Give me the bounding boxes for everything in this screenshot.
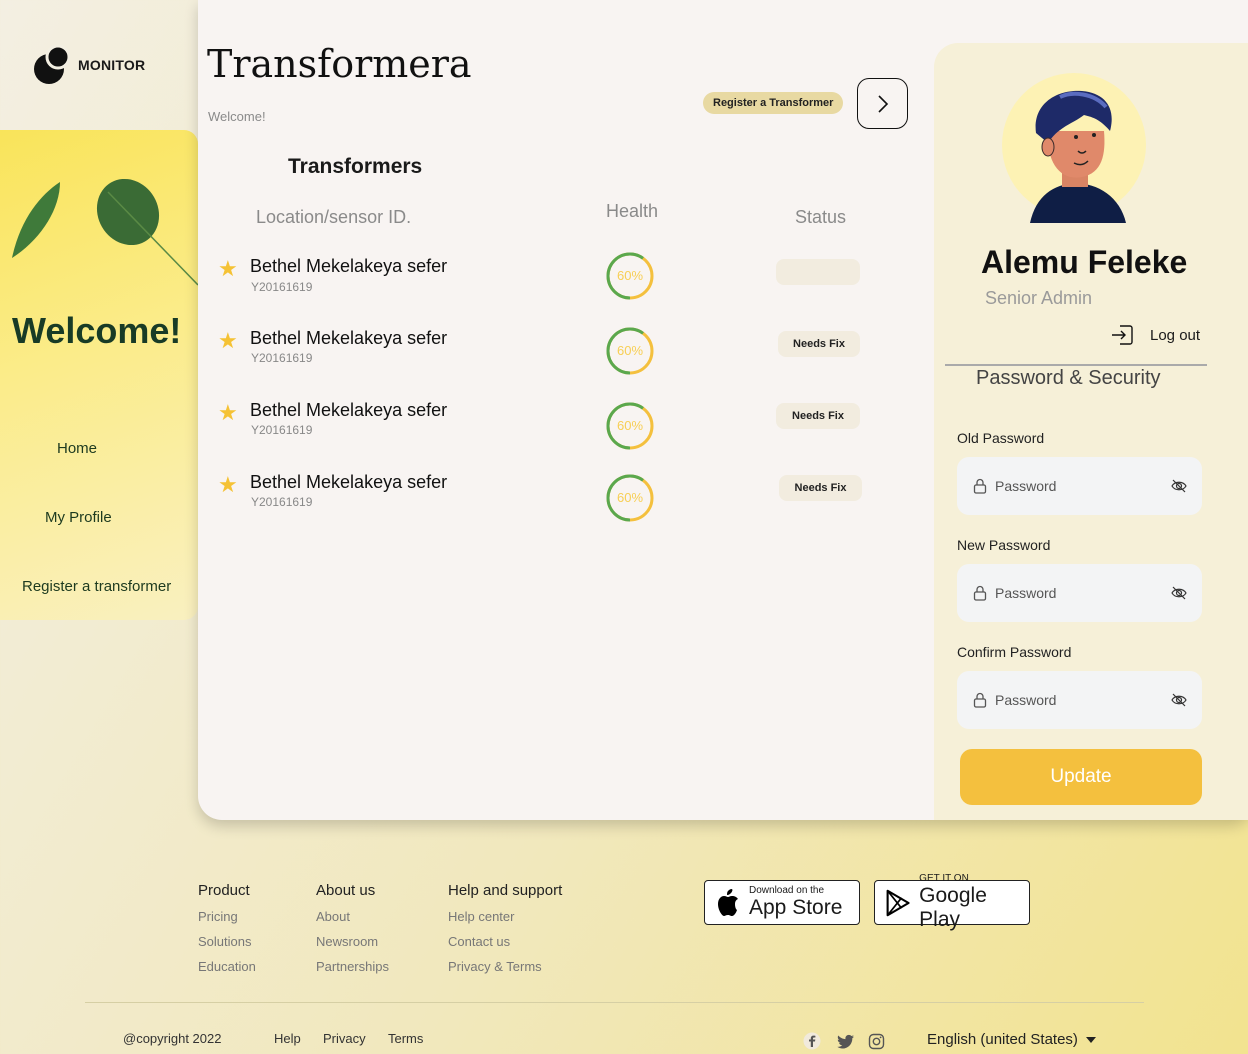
health-gauge: 60%: [605, 473, 655, 523]
google-play-big: Google Play: [919, 884, 987, 931]
confirm-password-label: Confirm Password: [957, 644, 1072, 660]
status-badge: Needs Fix: [778, 331, 860, 357]
transformer-sensor-id: Y20161619: [251, 351, 313, 365]
lock-icon: [973, 692, 987, 708]
leaf-decoration-icon: [12, 178, 198, 286]
footer-link-education[interactable]: Education: [198, 959, 256, 974]
column-header-status: Status: [795, 207, 847, 227]
confirm-password-placeholder: Password: [995, 692, 1057, 708]
lock-icon: [973, 478, 987, 494]
eye-off-icon[interactable]: [1170, 477, 1188, 495]
status-badge: Needs Fix: [776, 403, 860, 429]
favorite-star-icon[interactable]: ★: [218, 256, 238, 282]
footer-link-contact-us[interactable]: Contact us: [448, 934, 510, 949]
instagram-icon[interactable]: [868, 1033, 885, 1050]
health-value: 60%: [616, 343, 644, 358]
status-badge: Needs Fix: [779, 475, 862, 501]
bottom-link-privacy[interactable]: Privacy: [323, 1031, 366, 1046]
eye-off-icon[interactable]: [1170, 691, 1188, 709]
health-value: 60%: [616, 268, 644, 283]
logout-button[interactable]: Log out: [1110, 322, 1200, 348]
lock-icon: [973, 585, 987, 601]
column-header-health: Health: [606, 201, 659, 221]
favorite-star-icon[interactable]: ★: [218, 400, 238, 426]
app-store-big: App Store: [749, 895, 843, 919]
chevron-right-icon: [877, 94, 888, 113]
old-password-label: Old Password: [957, 430, 1045, 446]
transformer-location[interactable]: Bethel Mekelakeya sefer: [250, 256, 447, 277]
copyright: @copyright 2022: [123, 1031, 222, 1046]
favorite-star-icon[interactable]: ★: [218, 328, 238, 354]
transformer-location[interactable]: Bethel Mekelakeya sefer: [250, 400, 447, 421]
transformer-location[interactable]: Bethel Mekelakeya sefer: [250, 328, 447, 349]
footer-link-solutions[interactable]: Solutions: [198, 934, 251, 949]
footer-link-help-center[interactable]: Help center: [448, 909, 514, 924]
brand-name: MONITOR: [78, 57, 146, 73]
footer-link-about[interactable]: About: [316, 909, 350, 924]
welcome-subtitle: Welcome!: [208, 109, 266, 124]
divider: [945, 364, 1207, 366]
sidebar-item-home[interactable]: Home: [57, 440, 97, 457]
footer-link-newsroom[interactable]: Newsroom: [316, 934, 378, 949]
monitor-logo-icon: [34, 44, 70, 84]
apple-icon: [718, 888, 738, 916]
password-security-title: Password & Security: [976, 367, 1161, 389]
twitter-icon[interactable]: [837, 1034, 855, 1050]
old-password-placeholder: Password: [995, 478, 1057, 494]
footer-divider: [85, 1002, 1144, 1003]
chevron-down-icon: [1085, 1036, 1096, 1043]
health-value: 60%: [616, 490, 644, 505]
language-label: English (united States): [927, 1031, 1078, 1048]
bottom-link-help[interactable]: Help: [274, 1031, 301, 1046]
eye-off-icon[interactable]: [1170, 584, 1188, 602]
new-password-field[interactable]: Password: [957, 564, 1202, 622]
google-play-small: GET IT ON: [919, 873, 969, 885]
google-play-button[interactable]: GET IT ON Google Play: [874, 874, 1030, 931]
footer-link-pricing[interactable]: Pricing: [198, 909, 238, 924]
health-gauge: 60%: [605, 401, 655, 451]
avatar: [1002, 73, 1146, 223]
brand-logo[interactable]: MONITOR: [28, 44, 145, 86]
health-gauge: 60%: [605, 326, 655, 376]
sidebar-item-my-profile[interactable]: My Profile: [45, 509, 112, 526]
next-button[interactable]: [857, 78, 908, 129]
health-gauge: 60%: [605, 251, 655, 301]
bottom-link-terms[interactable]: Terms: [388, 1031, 423, 1046]
logout-label: Log out: [1150, 326, 1201, 344]
transformer-sensor-id: Y20161619: [251, 280, 313, 294]
page-title: Transformera: [207, 42, 472, 86]
profile-name: Alemu Feleke: [981, 244, 1188, 280]
sidebar-item-register-transformer[interactable]: Register a transformer: [22, 578, 171, 595]
status-badge: [776, 259, 860, 285]
update-button[interactable]: Update: [960, 749, 1202, 805]
footer-head-about-us: About us: [316, 882, 376, 899]
favorite-star-icon[interactable]: ★: [218, 472, 238, 498]
transformers-title: Transformers: [288, 155, 423, 178]
facebook-icon[interactable]: [803, 1032, 821, 1050]
logout-icon: [1112, 325, 1133, 345]
footer-link-partnerships[interactable]: Partnerships: [316, 959, 389, 974]
footer-head-product: Product: [198, 882, 250, 899]
new-password-placeholder: Password: [995, 585, 1057, 601]
app-store-button[interactable]: Download on the App Store: [704, 880, 860, 925]
transformer-sensor-id: Y20161619: [251, 495, 313, 509]
language-selector[interactable]: English (united States): [927, 1031, 1096, 1048]
transformer-location[interactable]: Bethel Mekelakeya sefer: [250, 472, 447, 493]
footer-head-help-support: Help and support: [448, 882, 563, 899]
column-header-location: Location/sensor ID.: [256, 207, 412, 227]
register-transformer-button[interactable]: Register a Transformer: [703, 92, 844, 114]
new-password-label: New Password: [957, 537, 1051, 553]
transformer-sensor-id: Y20161619: [251, 423, 313, 437]
old-password-field[interactable]: Password: [957, 457, 1202, 515]
footer-link-privacy-terms[interactable]: Privacy & Terms: [448, 959, 542, 974]
confirm-password-field[interactable]: Password: [957, 671, 1202, 729]
google-play-icon: [886, 889, 910, 916]
app-store-small: Download on the: [749, 884, 825, 896]
sidebar-welcome: Welcome!: [12, 310, 182, 351]
sidebar: [0, 130, 198, 620]
health-value: 60%: [616, 418, 644, 433]
profile-role: Senior Admin: [985, 288, 1093, 308]
